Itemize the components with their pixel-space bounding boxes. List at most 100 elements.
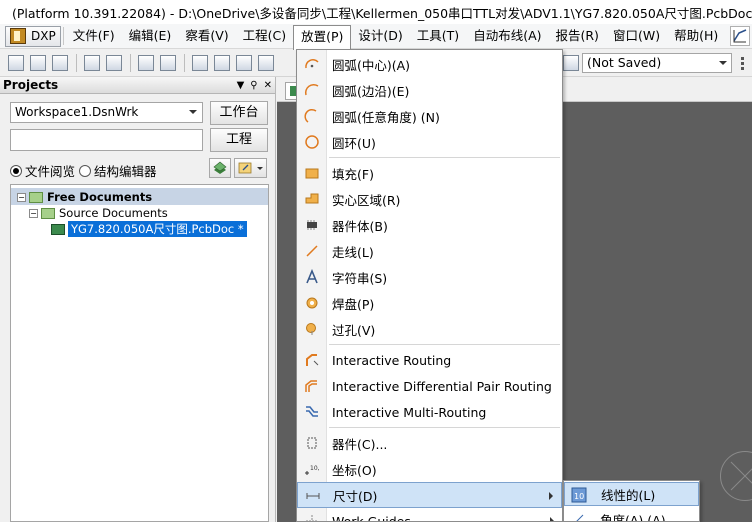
submenu-arrow-icon (549, 492, 553, 500)
menu-file[interactable]: 文件(F) (66, 25, 122, 47)
solid-region-icon (305, 193, 319, 204)
menu-item-diff-pair-routing[interactable]: Interactive Differential Pair Routing (297, 373, 562, 399)
menu-item-pad[interactable]: 焊盘(P) (297, 290, 562, 316)
dxp-menu-button[interactable]: DXP (5, 25, 61, 47)
full-circle-icon (305, 135, 319, 149)
menu-separator (62, 27, 64, 45)
menu-item-via[interactable]: 过孔(V) (297, 316, 562, 342)
print-icon[interactable] (84, 55, 100, 71)
menu-item-dimension[interactable]: 尺寸(D) (297, 482, 562, 508)
pin-icon[interactable]: ⚲ (250, 80, 257, 91)
dimension-icon (306, 493, 320, 499)
tree-row-source-documents[interactable]: − Source Documents (29, 205, 168, 221)
menu-item-label: Interactive Multi-Routing (332, 404, 487, 420)
menu-help[interactable]: 帮助(H) (667, 25, 725, 47)
title-bar: (Platform 10.391.22084) - D:\OneDrive\多设… (0, 0, 752, 24)
menu-item-coordinate[interactable]: 10,10 坐标(O) (297, 456, 562, 482)
open-file-icon[interactable] (30, 55, 46, 71)
via-icon (306, 323, 316, 335)
board-icon[interactable] (160, 55, 176, 71)
linear-dimension-icon: 10 (571, 487, 587, 503)
menu-item-arc-any-angle[interactable]: 圆弧(任意角度) (N) (297, 103, 562, 129)
save-icon[interactable] (52, 55, 68, 71)
menu-place[interactable]: 放置(P) (293, 25, 352, 50)
struct-editor-radio[interactable] (79, 164, 92, 177)
submenu-item-linear[interactable]: 10 线性的(L) (564, 482, 699, 506)
menu-item-label: 器件体(B) (332, 218, 388, 234)
menu-item-label: 实心区域(R) (332, 192, 401, 208)
menu-project[interactable]: 工程(C) (236, 25, 293, 47)
menu-item-component-body[interactable]: 器件体(B) (297, 212, 562, 238)
new-file-icon[interactable] (8, 55, 24, 71)
tree-row-free-documents[interactable]: − Free Documents (17, 189, 152, 205)
chevron-down-icon (719, 61, 727, 65)
toolbar-overflow-icon[interactable] (738, 55, 750, 71)
menu-item-arc-edge[interactable]: 圆弧(边沿)(E) (297, 77, 562, 103)
chart-tool-icon[interactable] (730, 26, 750, 46)
svg-text:10,10: 10,10 (310, 465, 320, 472)
menu-autoroute[interactable]: 自动布线(A) (466, 25, 548, 47)
projects-panel-title: Projects (3, 78, 59, 92)
pcb-document-icon (51, 223, 65, 235)
arc-any-angle-icon (304, 108, 317, 123)
variant-select[interactable]: (Not Saved) (582, 53, 732, 73)
menu-item-fill[interactable]: 填充(F) (297, 160, 562, 186)
close-icon[interactable]: ✕ (264, 80, 272, 91)
collapse-icon[interactable]: − (17, 192, 26, 202)
menu-item-label: 走线(L) (332, 244, 374, 260)
menu-reports[interactable]: 报告(R) (549, 25, 606, 47)
menu-item-line[interactable]: 走线(L) (297, 238, 562, 264)
project-menu-icon[interactable] (234, 158, 267, 178)
tree-row-pcb-file[interactable]: YG7.820.050A尺寸图.PcbDoc * (51, 221, 247, 237)
window-title: (Platform 10.391.22084) - D:\OneDrive\多设… (12, 5, 752, 21)
menu-edit[interactable]: 编辑(E) (122, 25, 179, 47)
diff-pair-routing-icon (305, 380, 317, 392)
string-icon (306, 269, 318, 284)
pad-icon (306, 297, 318, 309)
project-options-icon[interactable] (209, 158, 231, 178)
view-mode-radio-group: 文件阅览 结构编辑器 (10, 161, 157, 180)
panel-menu-icon[interactable]: ▼ (237, 80, 245, 91)
dxp-logo-icon (10, 28, 26, 44)
menu-item-string[interactable]: 字符串(S) (297, 264, 562, 290)
toolbar-separator (76, 54, 77, 72)
menu-item-label: 圆弧(边沿)(E) (332, 83, 410, 99)
workspace-button[interactable]: 工作台 (210, 101, 268, 125)
menu-item-interactive-routing[interactable]: Interactive Routing (297, 347, 562, 373)
menu-item-work-guides[interactable]: Work Guides (297, 508, 562, 521)
file-view-label: 文件阅览 (25, 164, 76, 179)
menu-bar: DXP 文件(F) 编辑(E) 察看(V) 工程(C) 放置(P) 设计(D) … (0, 24, 752, 50)
menu-view[interactable]: 察看(V) (178, 25, 235, 47)
place-menu-dropdown: 圆弧(中心)(A) 圆弧(边沿)(E) 圆弧(任意角度) (N) 圆环(U) 填… (296, 49, 563, 522)
workspace-select[interactable]: Workspace1.DsnWrk (10, 102, 203, 123)
zoom-fit-icon[interactable] (192, 55, 208, 71)
submenu-item-angular[interactable]: 角度(A) (A) (564, 507, 699, 521)
menu-separator (329, 427, 560, 428)
tool-icon[interactable] (563, 55, 579, 71)
file-view-radio[interactable] (10, 164, 22, 177)
menu-item-component[interactable]: 器件(C)... (297, 430, 562, 456)
menu-window[interactable]: 窗口(W) (606, 25, 667, 47)
project-tree: − Free Documents − Source Documents YG7.… (10, 184, 269, 522)
zoom-selected-icon[interactable] (236, 55, 252, 71)
menu-item-arc-center[interactable]: 圆弧(中心)(A) (297, 51, 562, 77)
menu-item-multi-routing[interactable]: Interactive Multi-Routing (297, 399, 562, 425)
project-button[interactable]: 工程 (210, 128, 268, 152)
menu-separator (329, 157, 560, 158)
select-icon[interactable] (258, 55, 274, 71)
collapse-icon[interactable]: − (29, 208, 38, 218)
print-preview-icon[interactable] (106, 55, 122, 71)
menu-tools[interactable]: 工具(T) (410, 25, 466, 47)
layers-icon[interactable] (138, 55, 154, 71)
dimension-submenu: 10 线性的(L) 角度(A) (A) (563, 480, 700, 522)
project-search-input[interactable] (10, 129, 203, 151)
menu-item-solid-region[interactable]: 实心区域(R) (297, 186, 562, 212)
zoom-area-icon[interactable] (214, 55, 230, 71)
menu-design[interactable]: 设计(D) (351, 25, 409, 47)
pcb-file-label: YG7.820.050A尺寸图.PcbDoc * (68, 221, 247, 237)
menu-separator (329, 344, 560, 345)
dxp-label: DXP (31, 29, 56, 43)
folder-icon (29, 191, 43, 203)
menu-item-full-circle[interactable]: 圆环(U) (297, 129, 562, 155)
menu-item-label: 圆弧(中心)(A) (332, 57, 411, 73)
